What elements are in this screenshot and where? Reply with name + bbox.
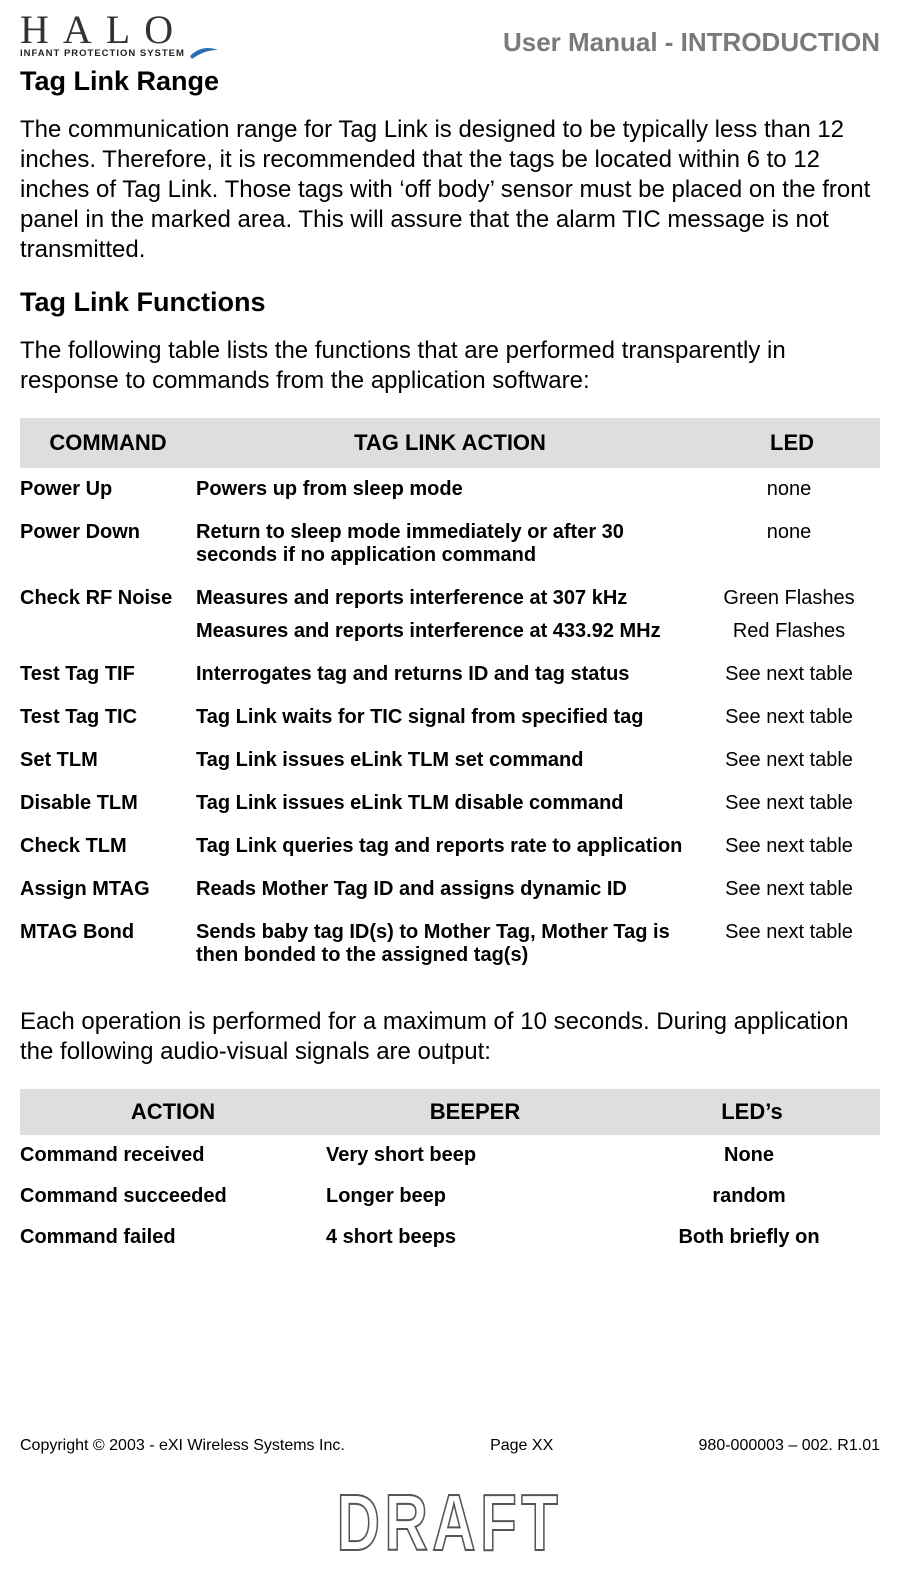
cell-action: Command succeeded [20, 1176, 326, 1217]
table-header-row: ACTION BEEPER LED’s [20, 1089, 880, 1135]
table-header-row: COMMAND TAG LINK ACTION LED [20, 418, 880, 468]
cell-led: Green Flashes [704, 577, 880, 620]
paragraph-range: The communication range for Tag Link is … [20, 115, 880, 265]
cell-command: Assign MTAG [20, 868, 196, 911]
table-row: Command failed 4 short beeps Both briefl… [20, 1217, 880, 1258]
signals-table: ACTION BEEPER LED’s Command received Ver… [20, 1089, 880, 1258]
cell-led: none [704, 511, 880, 577]
cell-led: See next table [704, 825, 880, 868]
logo-text: HALO [20, 10, 220, 50]
paragraph-functions-intro: The following table lists the functions … [20, 336, 880, 396]
logo: HALO INFANT PROTECTION SYSTEM [20, 10, 220, 60]
draft-text: DRAFT [337, 1483, 563, 1563]
cell-command: Check TLM [20, 825, 196, 868]
cell-action: Interrogates tag and returns ID and tag … [196, 653, 704, 696]
cell-beeper: Very short beep [326, 1135, 624, 1176]
footer-page: Page XX [490, 1437, 553, 1455]
heading-tag-link-functions: Tag Link Functions [20, 287, 880, 318]
cell-command [20, 620, 196, 653]
cell-led: See next table [704, 782, 880, 825]
cell-action: Sends baby tag ID(s) to Mother Tag, Moth… [196, 911, 704, 977]
cell-leds: None [624, 1135, 880, 1176]
table-row: MTAG Bond Sends baby tag ID(s) to Mother… [20, 911, 880, 977]
cell-led: See next table [704, 739, 880, 782]
draft-watermark: DRAFT [0, 1483, 900, 1571]
col-command: COMMAND [20, 418, 196, 468]
cell-action: Powers up from sleep mode [196, 468, 704, 511]
table-row: Disable TLM Tag Link issues eLink TLM di… [20, 782, 880, 825]
cell-led: none [704, 468, 880, 511]
table-row: Test Tag TIF Interrogates tag and return… [20, 653, 880, 696]
table-row: Set TLM Tag Link issues eLink TLM set co… [20, 739, 880, 782]
table-row: Test Tag TIC Tag Link waits for TIC sign… [20, 696, 880, 739]
cell-action: Reads Mother Tag ID and assigns dynamic … [196, 868, 704, 911]
table-row: Power Up Powers up from sleep mode none [20, 468, 880, 511]
cell-action: Tag Link waits for TIC signal from speci… [196, 696, 704, 739]
cell-command: Check RF Noise [20, 577, 196, 620]
col-action: TAG LINK ACTION [196, 418, 704, 468]
table-row: Command received Very short beep None [20, 1135, 880, 1176]
cell-action: Tag Link issues eLink TLM disable comman… [196, 782, 704, 825]
table-row: Command succeeded Longer beep random [20, 1176, 880, 1217]
cell-command: Test Tag TIC [20, 696, 196, 739]
cell-command: Power Up [20, 468, 196, 511]
cell-beeper: 4 short beeps [326, 1217, 624, 1258]
cell-action: Measures and reports interference at 307… [196, 577, 704, 620]
cell-action: Tag Link issues eLink TLM set command [196, 739, 704, 782]
cell-command: Disable TLM [20, 782, 196, 825]
cell-led: See next table [704, 911, 880, 977]
col-leds: LED’s [624, 1089, 880, 1135]
header-breadcrumb: User Manual - INTRODUCTION [503, 27, 880, 60]
cell-led: Red Flashes [704, 620, 880, 653]
table-row: Check TLM Tag Link queries tag and repor… [20, 825, 880, 868]
heading-tag-link-range: Tag Link Range [20, 66, 880, 97]
cell-action: Command received [20, 1135, 326, 1176]
cell-action: Measures and reports interference at 433… [196, 620, 704, 653]
cell-led: See next table [704, 653, 880, 696]
cell-action: Return to sleep mode immediately or afte… [196, 511, 704, 577]
footer-docnum: 980-000003 – 002. R1.01 [699, 1437, 880, 1455]
cell-action: Tag Link queries tag and reports rate to… [196, 825, 704, 868]
logo-subtitle: INFANT PROTECTION SYSTEM [20, 48, 185, 59]
page: HALO INFANT PROTECTION SYSTEM User Manua… [0, 0, 900, 1571]
table-row: Power Down Return to sleep mode immediat… [20, 511, 880, 577]
header-row: HALO INFANT PROTECTION SYSTEM User Manua… [20, 10, 880, 60]
cell-led: See next table [704, 868, 880, 911]
table-row: Check RF Noise Measures and reports inte… [20, 577, 880, 620]
footer: Copyright © 2003 - eXI Wireless Systems … [20, 1437, 880, 1455]
cell-leds: Both briefly on [624, 1217, 880, 1258]
footer-copyright: Copyright © 2003 - eXI Wireless Systems … [20, 1437, 345, 1455]
paragraph-after-table: Each operation is performed for a maximu… [20, 1007, 880, 1067]
cell-led: See next table [704, 696, 880, 739]
cell-command: Set TLM [20, 739, 196, 782]
logo-subtitle-wrap: INFANT PROTECTION SYSTEM [20, 46, 220, 60]
functions-table: COMMAND TAG LINK ACTION LED Power Up Pow… [20, 418, 880, 977]
col-led: LED [704, 418, 880, 468]
table-row: Measures and reports interference at 433… [20, 620, 880, 653]
cell-beeper: Longer beep [326, 1176, 624, 1217]
cell-action: Command failed [20, 1217, 326, 1258]
swoosh-icon [190, 46, 220, 60]
col-action: ACTION [20, 1089, 326, 1135]
cell-command: Power Down [20, 511, 196, 577]
table-row: Assign MTAG Reads Mother Tag ID and assi… [20, 868, 880, 911]
cell-leds: random [624, 1176, 880, 1217]
cell-command: MTAG Bond [20, 911, 196, 977]
col-beeper: BEEPER [326, 1089, 624, 1135]
cell-command: Test Tag TIF [20, 653, 196, 696]
